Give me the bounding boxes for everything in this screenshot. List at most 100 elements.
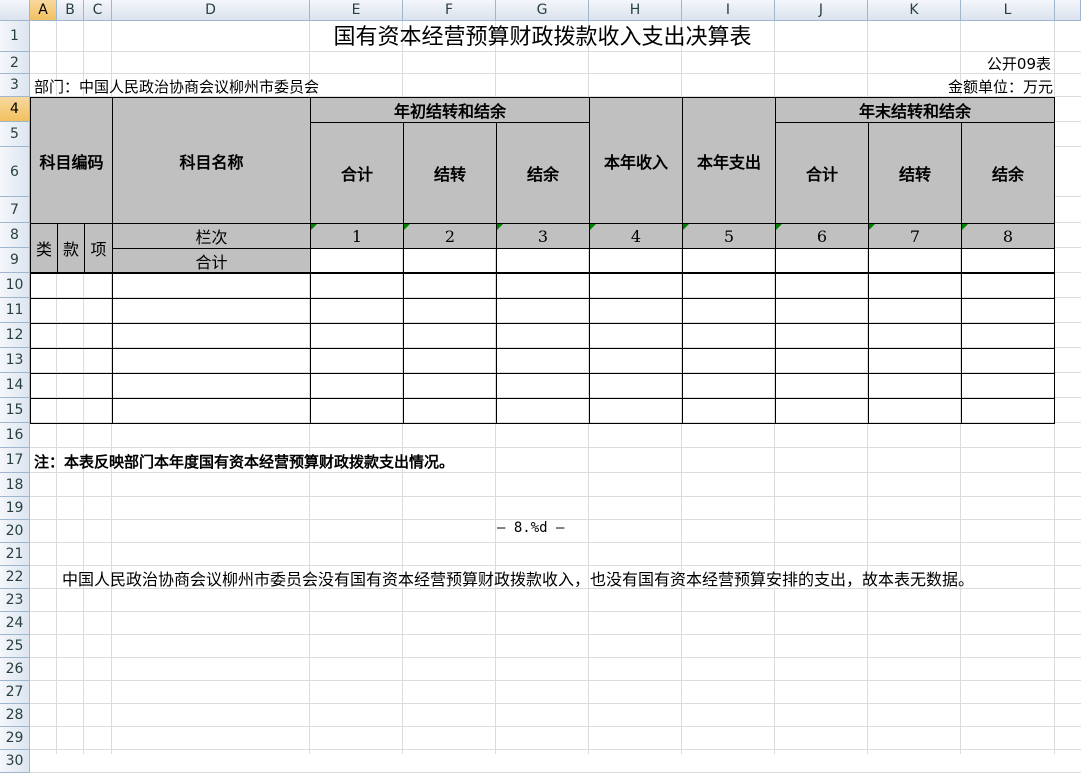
row-header-21[interactable]: 21 [0, 543, 30, 566]
subject-code-cell[interactable] [30, 348, 113, 374]
total-value-cell[interactable] [310, 248, 404, 273]
row-header-17[interactable]: 17 [0, 448, 30, 473]
total-value-cell[interactable] [682, 248, 776, 273]
row-header-11[interactable]: 11 [0, 298, 30, 323]
row-header-12[interactable]: 12 [0, 323, 30, 348]
subject-name-cell[interactable] [112, 273, 311, 299]
subject-name-cell[interactable] [112, 398, 311, 424]
value-cell[interactable] [310, 398, 404, 424]
value-cell[interactable] [496, 298, 590, 324]
column-number-5[interactable]: 5 [682, 223, 776, 249]
value-cell[interactable] [775, 298, 869, 324]
value-cell[interactable] [310, 348, 404, 374]
value-cell[interactable] [682, 348, 776, 374]
row-header-15[interactable]: 15 [0, 398, 30, 423]
column-number-8[interactable]: 8 [961, 223, 1055, 249]
row-header-18[interactable]: 18 [0, 473, 30, 497]
value-cell[interactable] [310, 298, 404, 324]
end-balance-group-header[interactable]: 年末结转和结余 [775, 97, 1055, 123]
column-header-j[interactable]: J [775, 0, 868, 21]
value-cell[interactable] [310, 323, 404, 349]
column-header-e[interactable]: E [310, 0, 403, 21]
begin-balance-group-header[interactable]: 年初结转和结余 [310, 97, 590, 123]
value-cell[interactable] [868, 348, 962, 374]
column-number-1[interactable]: 1 [310, 223, 404, 249]
column-number-7[interactable]: 7 [868, 223, 962, 249]
value-cell[interactable] [496, 373, 590, 399]
column-header-c[interactable]: C [84, 0, 112, 21]
value-cell[interactable] [868, 298, 962, 324]
value-cell[interactable] [775, 323, 869, 349]
end-carry-header[interactable]: 结转 [868, 122, 962, 224]
column-header-h[interactable]: H [589, 0, 682, 21]
row-header-22[interactable]: 22 [0, 566, 30, 589]
value-cell[interactable] [961, 323, 1055, 349]
total-value-cell[interactable] [403, 248, 497, 273]
value-cell[interactable] [868, 373, 962, 399]
kuan-header[interactable]: 款 [57, 223, 85, 273]
row-header-9[interactable]: 9 [0, 248, 30, 273]
row-header-30[interactable]: 30 [0, 750, 30, 773]
column-header-m[interactable] [1055, 0, 1081, 21]
value-cell[interactable] [496, 398, 590, 424]
subject-name-cell[interactable] [112, 298, 311, 324]
value-cell[interactable] [403, 298, 497, 324]
row-header-24[interactable]: 24 [0, 612, 30, 635]
row-header-14[interactable]: 14 [0, 373, 30, 398]
row-header-6[interactable]: 6 [0, 147, 30, 197]
end-total-header[interactable]: 合计 [775, 122, 869, 224]
value-cell[interactable] [682, 273, 776, 299]
row-header-2[interactable]: 2 [0, 52, 30, 74]
value-cell[interactable] [589, 348, 683, 374]
value-cell[interactable] [775, 273, 869, 299]
column-header-g[interactable]: G [496, 0, 589, 21]
value-cell[interactable] [682, 398, 776, 424]
column-index-label[interactable]: 栏次 [112, 223, 311, 249]
value-cell[interactable] [868, 398, 962, 424]
column-header-l[interactable]: L [961, 0, 1055, 21]
row-header-13[interactable]: 13 [0, 348, 30, 373]
value-cell[interactable] [961, 273, 1055, 299]
select-all-corner[interactable] [0, 0, 30, 21]
lei-header[interactable]: 类 [30, 223, 58, 273]
row-header-3[interactable]: 3 [0, 74, 30, 97]
value-cell[interactable] [310, 373, 404, 399]
total-value-cell[interactable] [868, 248, 962, 273]
value-cell[interactable] [496, 273, 590, 299]
value-cell[interactable] [868, 323, 962, 349]
row-header-25[interactable]: 25 [0, 635, 30, 658]
begin-total-header[interactable]: 合计 [310, 122, 404, 224]
total-row-label[interactable]: 合计 [112, 248, 311, 273]
subject-code-cell[interactable] [30, 323, 113, 349]
subject-code-cell[interactable] [30, 298, 113, 324]
row-header-1[interactable]: 1 [0, 21, 30, 52]
subject-code-cell[interactable] [30, 273, 113, 299]
value-cell[interactable] [961, 348, 1055, 374]
column-header-d[interactable]: D [112, 0, 310, 21]
value-cell[interactable] [589, 273, 683, 299]
column-header-a[interactable]: A [30, 0, 57, 21]
end-balance-header[interactable]: 结余 [961, 122, 1055, 224]
value-cell[interactable] [403, 323, 497, 349]
value-cell[interactable] [775, 348, 869, 374]
value-cell[interactable] [682, 323, 776, 349]
row-header-4[interactable]: 4 [0, 97, 30, 122]
row-header-29[interactable]: 29 [0, 727, 30, 750]
begin-balance-header[interactable]: 结余 [496, 122, 590, 224]
value-cell[interactable] [868, 273, 962, 299]
subject-name-cell[interactable] [112, 348, 311, 374]
subject-code-cell[interactable] [30, 373, 113, 399]
row-header-26[interactable]: 26 [0, 658, 30, 681]
value-cell[interactable] [403, 273, 497, 299]
value-cell[interactable] [310, 273, 404, 299]
value-cell[interactable] [682, 373, 776, 399]
value-cell[interactable] [589, 398, 683, 424]
value-cell[interactable] [961, 373, 1055, 399]
value-cell[interactable] [775, 373, 869, 399]
value-cell[interactable] [682, 298, 776, 324]
total-value-cell[interactable] [961, 248, 1055, 273]
column-header-b[interactable]: B [57, 0, 84, 21]
total-value-cell[interactable] [775, 248, 869, 273]
total-value-cell[interactable] [589, 248, 683, 273]
total-value-cell[interactable] [496, 248, 590, 273]
